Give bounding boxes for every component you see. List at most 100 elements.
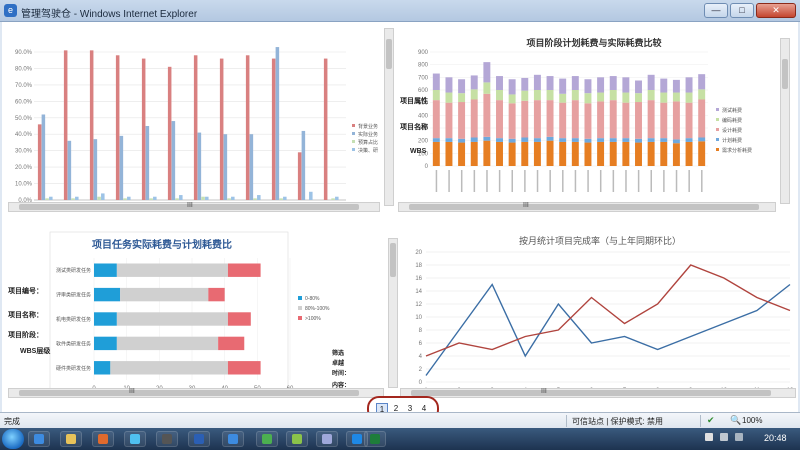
stacked-bar-segment <box>584 103 592 139</box>
stacked-bar-segment <box>622 138 630 142</box>
zoom-level[interactable]: 100% <box>742 416 762 425</box>
bar <box>67 140 72 200</box>
bar-segment <box>110 361 228 375</box>
bar <box>37 124 42 200</box>
stacked-bar-segment <box>685 92 693 103</box>
bar <box>331 198 335 200</box>
legend-swatch <box>716 128 719 131</box>
vertical-scrollbar[interactable] <box>388 238 398 388</box>
ie-icon[interactable] <box>28 431 50 447</box>
stacked-bar-segment <box>546 100 554 137</box>
side-label: 时间： <box>332 371 351 377</box>
bar <box>71 198 75 200</box>
y-tick-label: 90.0% <box>15 50 33 56</box>
y-tick-label: 4 <box>419 354 423 360</box>
stacked-bar-segment <box>508 79 516 95</box>
stacked-bar-segment <box>584 79 592 94</box>
y-tick-label: 0 <box>419 380 423 386</box>
horizontal-scrollbar[interactable]: III <box>400 388 796 398</box>
x-tick-label <box>637 170 640 192</box>
stacked-bar-segment <box>660 138 668 142</box>
y-tick-label: 10.0% <box>15 182 33 188</box>
stacked-bar-segment <box>559 141 567 166</box>
bar-segment <box>94 263 117 277</box>
stacked-bar-segment <box>508 138 516 143</box>
bar-segment <box>227 312 251 326</box>
bar-segment <box>208 287 225 302</box>
stacked-bar-segment <box>458 102 466 139</box>
firefox-icon-glyph <box>98 434 108 444</box>
stacked-bar-segment <box>584 142 592 166</box>
legend-label: 实际业务占比 <box>358 131 378 138</box>
bar <box>335 196 339 200</box>
stacked-bar-segment <box>458 142 466 166</box>
bar <box>123 198 127 200</box>
stacked-bar-chart: 项目阶段计划耗费与实际耗费比较0100200300400500600700800… <box>418 37 752 192</box>
bar <box>205 196 209 200</box>
security-zone: 可信站点 | 保护模式: 禁用 <box>572 417 663 426</box>
stacked-bar-segment <box>672 92 680 102</box>
side-label: 项目名称： <box>8 312 43 319</box>
bar <box>153 196 157 200</box>
legend-swatch <box>716 138 719 141</box>
close-button[interactable]: ✕ <box>756 3 796 18</box>
explorer-icon[interactable] <box>60 431 82 447</box>
side-label: 筛选 <box>332 351 345 357</box>
stacked-bar-segment <box>609 90 617 101</box>
vertical-scrollbar[interactable] <box>780 38 790 204</box>
stacked-bar-segment <box>445 138 453 142</box>
notes-icon[interactable] <box>316 431 338 447</box>
horizontal-scrollbar[interactable]: III <box>8 388 384 398</box>
side-label: WBS <box>410 148 427 155</box>
y-tick-label: 14 <box>415 289 422 295</box>
excel-icon[interactable] <box>364 431 386 447</box>
vertical-scrollbar[interactable] <box>384 28 394 206</box>
legend-swatch <box>298 306 302 310</box>
x-tick-label <box>498 170 501 192</box>
y-tick-label: 60.0% <box>15 99 33 105</box>
legend-swatch <box>298 296 302 300</box>
ie2-icon[interactable] <box>222 431 244 447</box>
stacked-bar-segment <box>496 141 503 166</box>
stacked-bar-segment <box>635 102 642 139</box>
series-line <box>425 264 791 357</box>
horizontal-scrollbar[interactable]: III <box>8 202 380 212</box>
stacked-bar-segment <box>597 101 605 139</box>
explorer-icon-glyph <box>66 434 76 444</box>
terminal-icon-glyph <box>162 434 172 444</box>
legend-label: 测试耗费 <box>722 107 742 114</box>
maximize-button[interactable]: □ <box>730 3 754 18</box>
stacked-bar-segment <box>647 100 655 139</box>
x-tick-label <box>625 170 627 192</box>
stacked-bar-segment <box>635 80 642 94</box>
horizontal-scrollbar[interactable]: III <box>398 202 776 212</box>
horizontal-bar-chart: 项目任务实际耗费与计划耗费比0102030405060测试类研发任务评审类研发任… <box>49 231 330 397</box>
tray-network-icon <box>735 433 743 441</box>
bar <box>283 196 287 200</box>
stacked-bar-segment <box>533 138 541 142</box>
firefox-icon[interactable] <box>92 431 114 447</box>
stacked-bar-segment <box>445 92 453 103</box>
stacked-bar-segment <box>647 138 655 142</box>
legend-label: 计划耗费 <box>722 137 742 144</box>
word-icon[interactable] <box>188 431 210 447</box>
qq-icon[interactable] <box>124 431 146 447</box>
x-tick-label <box>574 170 577 192</box>
bar <box>227 198 231 200</box>
media-icon[interactable] <box>256 431 278 447</box>
chart-title: 按月统计项目完成率（与上年同期环比） <box>519 235 681 246</box>
ie-icon-glyph <box>34 434 44 444</box>
y-tick-label: 16 <box>415 276 422 282</box>
terminal-icon[interactable] <box>156 431 178 447</box>
start-button[interactable] <box>2 429 24 449</box>
stacked-bar-segment <box>622 141 630 166</box>
stacked-bar-segment <box>546 140 554 166</box>
legend-label: 需求分析耗费 <box>722 147 752 154</box>
minimize-button[interactable]: — <box>704 3 728 18</box>
x-tick-label <box>650 170 653 192</box>
x-tick-label <box>435 170 438 192</box>
game-icon[interactable] <box>286 431 308 447</box>
stacked-bar-segment <box>609 100 617 139</box>
stacked-bar-segment <box>496 138 503 142</box>
stacked-bar-segment <box>470 137 478 142</box>
